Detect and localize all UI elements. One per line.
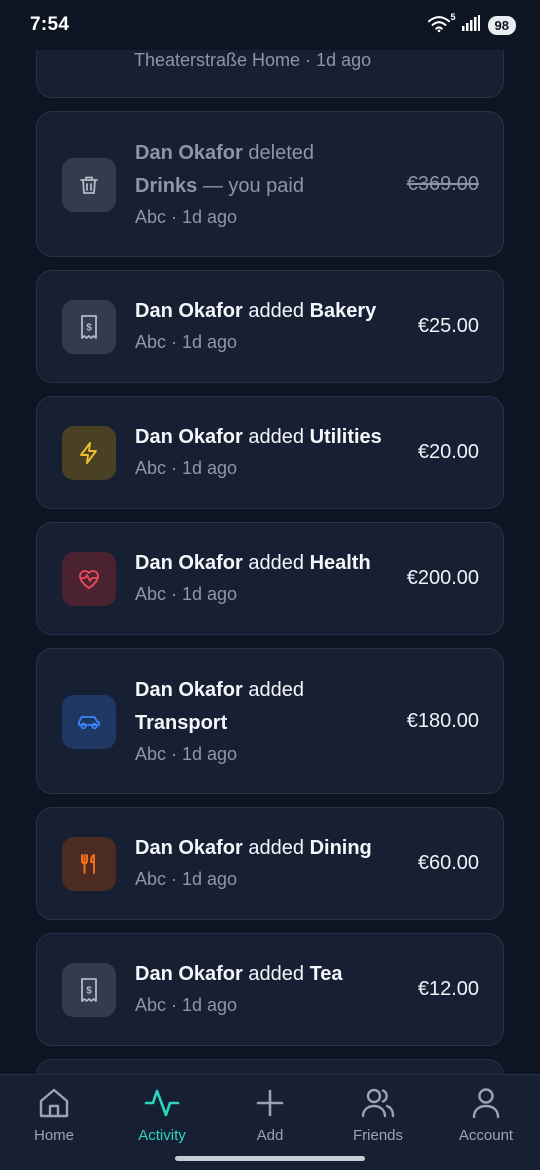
nav-activity-label: Activity bbox=[138, 1127, 186, 1144]
activity-meta: Abc · 1d ago bbox=[135, 584, 238, 604]
activity-text: Dan Okafor added Utilities Abc · 1d ago bbox=[135, 421, 383, 482]
category-icon-box bbox=[62, 426, 116, 480]
nav-account[interactable]: Account bbox=[436, 1085, 536, 1155]
activity-text: Dan Okafor added Bakery Abc · 1d ago bbox=[135, 295, 383, 356]
activity-headline: Dan Okafor added Dining bbox=[135, 832, 383, 865]
activity-meta: Abc · 1d ago bbox=[135, 458, 238, 478]
battery-indicator: 98 bbox=[487, 15, 516, 35]
activity-meta: Abc · 1d ago bbox=[135, 869, 238, 889]
activity-action: added bbox=[248, 426, 304, 448]
activity-suffix: — you paid bbox=[202, 175, 304, 197]
activity-card[interactable]: $ Dan Okafor added Tea Abc · 1d ago €12.… bbox=[36, 933, 504, 1046]
activity-card[interactable]: $ Dan Okafor added Bakery Abc · 1d ago €… bbox=[36, 270, 504, 383]
account-icon bbox=[472, 1088, 500, 1119]
activity-headline: Dan Okafor deleted Drinks — you paid bbox=[135, 137, 383, 203]
activity-actor: Dan Okafor bbox=[135, 963, 243, 985]
activity-screen: 7:54 5 98 Theaterstraße Home · 1d ago Da… bbox=[0, 0, 540, 1170]
nav-home[interactable]: Home bbox=[4, 1085, 104, 1155]
nav-account-label: Account bbox=[458, 1127, 514, 1144]
activity-item: Dining bbox=[309, 837, 372, 859]
activity-item: Bakery bbox=[309, 300, 377, 322]
receipt-icon: $ bbox=[81, 978, 97, 1002]
svg-text:$: $ bbox=[86, 986, 92, 997]
activity-actor: Dan Okafor bbox=[135, 837, 243, 859]
nav-home-label: Home bbox=[33, 1127, 74, 1144]
category-icon-box: $ bbox=[62, 300, 116, 354]
activity-actor: Dan Okafor bbox=[135, 426, 243, 448]
home-icon bbox=[39, 1088, 69, 1118]
activity-amount: €200.00 bbox=[406, 567, 479, 589]
activity-meta: Abc · 1d ago bbox=[135, 995, 238, 1015]
activity-meta: Abc · 1d ago bbox=[135, 207, 238, 227]
activity-amount: €25.00 bbox=[417, 315, 479, 337]
activity-headline: Dan Okafor added Utilities bbox=[135, 421, 383, 454]
activity-item: Transport bbox=[135, 712, 228, 734]
activity-card[interactable]: Dan Okafor deleted Drinks — you paid Abc… bbox=[36, 111, 504, 257]
activity-headline: Dan Okafor added Health bbox=[135, 547, 383, 580]
activity-meta: Abc · 1d ago bbox=[135, 332, 238, 352]
status-time: 7:54 bbox=[30, 14, 70, 35]
activity-headline: Dan Okafor added Bakery bbox=[135, 295, 383, 328]
activity-text: Dan Okafor added Transport Abc · 1d ago bbox=[135, 674, 383, 768]
activity-meta: Theaterstraße Home · 1d ago bbox=[134, 50, 372, 70]
plus-icon bbox=[256, 1089, 284, 1117]
wifi-label: 5 bbox=[450, 12, 456, 22]
activity-item: Utilities bbox=[309, 426, 382, 448]
activity-action: added bbox=[248, 300, 304, 322]
status-icons: 5 98 bbox=[427, 12, 516, 36]
activity-amount: €369.00 bbox=[406, 173, 479, 195]
svg-text:$: $ bbox=[86, 323, 92, 334]
signal-icon bbox=[461, 14, 480, 36]
activity-card[interactable]: Dan Okafor added Health Abc · 1d ago €20… bbox=[36, 522, 504, 635]
nav-add-label: Add bbox=[256, 1127, 284, 1144]
status-bar: 7:54 5 98 bbox=[0, 0, 540, 50]
nav-friends[interactable]: Friends bbox=[328, 1085, 428, 1155]
category-icon-box: $ bbox=[62, 963, 116, 1017]
friends-icon bbox=[361, 1088, 395, 1118]
activity-amount: €12.00 bbox=[417, 978, 479, 1000]
category-icon-box bbox=[62, 158, 116, 212]
activity-actor: Dan Okafor bbox=[135, 552, 243, 574]
activity-icon bbox=[144, 1089, 180, 1117]
activity-actor: Dan Okafor bbox=[135, 142, 243, 164]
activity-actor: Dan Okafor bbox=[135, 300, 243, 322]
activity-text: Dan Okafor added Health Abc · 1d ago bbox=[135, 547, 383, 608]
activity-card[interactable]: Dan Okafor added Dining Abc · 1d ago €60… bbox=[36, 807, 504, 920]
activity-item: Health bbox=[309, 552, 371, 574]
activity-action: added bbox=[248, 963, 304, 985]
activity-amount: €60.00 bbox=[417, 852, 479, 874]
lightning-icon bbox=[80, 442, 97, 464]
activity-item: Drinks bbox=[135, 175, 198, 197]
nav-friends-label: Friends bbox=[352, 1127, 404, 1144]
activity-item: Tea bbox=[309, 963, 343, 985]
wifi-icon: 5 bbox=[427, 12, 456, 35]
activity-text: Dan Okafor added Dining Abc · 1d ago bbox=[135, 832, 383, 893]
activity-actor: Dan Okafor bbox=[135, 679, 243, 701]
heart-pulse-icon bbox=[79, 570, 99, 589]
nav-add[interactable]: Add bbox=[220, 1085, 320, 1155]
activity-text: Dan Okafor added Tea Abc · 1d ago bbox=[135, 958, 383, 1019]
activity-headline: Dan Okafor added Transport bbox=[135, 674, 383, 740]
activity-card[interactable]: Dan Okafor added Utilities Abc · 1d ago … bbox=[36, 396, 504, 509]
trash-icon bbox=[80, 176, 98, 194]
nav-activity[interactable]: Activity bbox=[112, 1085, 212, 1155]
activity-amount: €180.00 bbox=[406, 710, 479, 732]
category-icon-box bbox=[62, 695, 116, 749]
activity-action: added bbox=[248, 679, 304, 701]
activity-meta: Abc · 1d ago bbox=[135, 744, 238, 764]
utensils-icon bbox=[81, 854, 95, 874]
receipt-icon: $ bbox=[81, 315, 97, 339]
category-icon-box bbox=[62, 552, 116, 606]
car-icon bbox=[78, 716, 100, 730]
activity-amount: €20.00 bbox=[417, 441, 479, 463]
activity-text: Dan Okafor deleted Drinks — you paid Abc… bbox=[135, 137, 383, 231]
activity-headline: Dan Okafor added Tea bbox=[135, 958, 383, 991]
activity-action: added bbox=[248, 552, 304, 574]
activity-action: deleted bbox=[248, 142, 314, 164]
category-icon-box bbox=[62, 837, 116, 891]
activity-card[interactable]: Dan Okafor added Transport Abc · 1d ago … bbox=[36, 648, 504, 794]
activity-action: added bbox=[248, 837, 304, 859]
home-indicator[interactable] bbox=[175, 1156, 365, 1161]
